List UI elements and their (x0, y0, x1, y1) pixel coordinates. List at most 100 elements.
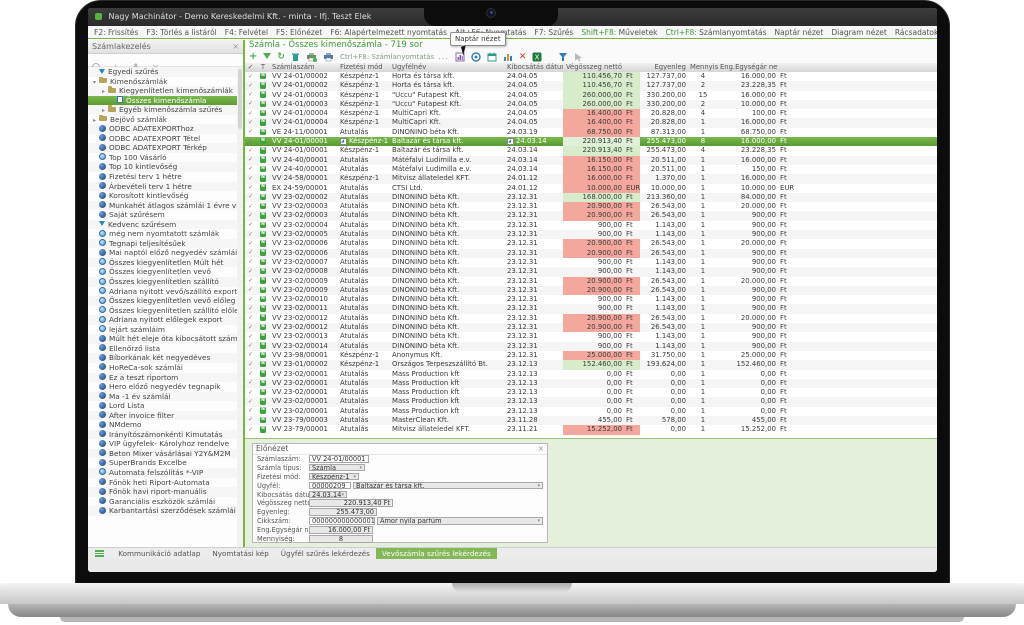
sidebar-item[interactable]: Főnök heti Riport-Automata (88, 478, 237, 488)
sidebar-item[interactable]: After invoice filter (88, 411, 237, 421)
preview-input[interactable]: VV 24-01/00001 (309, 455, 369, 463)
row-checkbox[interactable]: ✓ (248, 362, 253, 367)
sidebar-item[interactable]: Összes kiegyenlítetlen vevő (88, 267, 237, 277)
table-row[interactable]: ✓NVV 23-79/00003ÁtutalásMasterClean Kft.… (245, 416, 937, 425)
row-checkbox[interactable]: ✓ (248, 92, 253, 97)
refresh-icon[interactable]: ↻ (277, 51, 285, 63)
sidebar-item[interactable]: Adriana nyitott előlegek export (88, 315, 237, 325)
preview-select[interactable]: ▾Ámor nyila parfüm (377, 517, 543, 525)
table-row[interactable]: ✓NVV 23-02/00006ÁtutalásDINONINO béta Kf… (245, 239, 937, 248)
menu-hamburger-icon[interactable] (95, 550, 104, 557)
print-icon[interactable] (323, 51, 334, 63)
add-icon[interactable]: + (249, 51, 257, 63)
sidebar-item[interactable]: Összes kiegyenlítetlen vevő előleg (88, 296, 237, 306)
sidebar-item[interactable]: ▸Kiegyenlítetlen kimenőszámlák (88, 86, 237, 96)
table-row[interactable]: ✓NVV 23-02/00009ÁtutalásDINONINO béta Kf… (245, 286, 937, 295)
table-row[interactable]: ✓NVV 24-58/00001Készpénz-1Mitvisz állate… (245, 174, 937, 183)
chevron-down-icon[interactable]: ▾ (537, 518, 540, 525)
row-checkbox[interactable]: ✓ (248, 222, 253, 227)
sidebar-item[interactable]: Összes kimenőszámla (88, 96, 237, 106)
row-checkbox[interactable]: ✓ (248, 204, 253, 209)
row-checkbox[interactable]: ✓ (248, 101, 253, 106)
menu-item[interactable]: Shift+F8: Műveletek (581, 28, 657, 37)
bar-chart-icon[interactable] (503, 51, 513, 63)
sidebar-item[interactable]: Kedvenc szűrésem (88, 220, 237, 230)
sidebar-item[interactable]: ▾Kimenőszámlák (88, 77, 237, 87)
sidebar-item[interactable]: Hero előző negyedév tegnapik (88, 382, 237, 392)
row-checkbox[interactable]: ✓ (248, 120, 253, 125)
table-row[interactable]: ✓NVV 23-02/00001ÁtutalásMass Production … (245, 407, 937, 416)
table-row[interactable]: ✓NVV 23-02/00005ÁtutalásDINONINO béta Kf… (245, 230, 937, 239)
table-row[interactable]: ✓NVV 23-01/00002Készpénz-1Országos Terpe… (245, 360, 937, 369)
column-filter-icon[interactable] (558, 51, 568, 63)
table-row[interactable]: ✓NVV 24-01/00004Készpénz-1MultiCapri Kft… (245, 109, 937, 118)
menu-item[interactable]: F2: Frissítés (94, 28, 138, 37)
table-row[interactable]: ✓NVV 23-79/00001ÁtutalásMitvisz állatele… (245, 425, 937, 434)
sidebar-item[interactable]: SuperBrands Excelbe (88, 458, 237, 468)
sidebar-item[interactable]: Főnök havi riport-manuális (88, 487, 237, 497)
sidebar-item[interactable]: Fizetési terv 1 hétre (88, 172, 237, 182)
sidebar-item[interactable]: Összes kiegyenlítetlen szállító előleg (88, 306, 237, 316)
table-header-cell[interactable] (624, 63, 640, 72)
row-checkbox[interactable]: ✓ (248, 343, 253, 348)
row-checkbox[interactable]: ✓ (248, 148, 253, 153)
table-row[interactable]: ✓NVV 23-98/00001Készpénz-1Anonymus Kft.2… (245, 351, 937, 360)
row-checkbox[interactable]: ✓ (248, 111, 253, 116)
excel-icon[interactable]: X (532, 51, 542, 63)
sidebar-item[interactable]: Korosított kintlevőség (88, 191, 237, 201)
table-header-cell[interactable] (795, 63, 937, 72)
row-checkbox[interactable]: ✓ (248, 427, 253, 432)
edit-handle-icon[interactable]: ◢ (340, 138, 347, 145)
preview-close-icon[interactable]: × (538, 444, 544, 454)
table-row[interactable]: ✓NVV 23-02/00003ÁtutalásDINONINO béta Kf… (245, 211, 937, 220)
menu-item[interactable]: F5: Előnézet (276, 28, 322, 37)
sidebar-item[interactable]: Top 10 kintlevőség (88, 162, 237, 172)
table-row[interactable]: ✓NVV 23-02/00006ÁtutalásDINONINO béta Kf… (245, 249, 937, 258)
table-row[interactable]: ✓NVV 23-02/00007ÁtutalásDINONINO béta Kf… (245, 258, 937, 267)
table-header-cell[interactable]: Végösszeg nettó (563, 63, 624, 72)
trash-icon[interactable] (291, 51, 300, 63)
table-row[interactable]: ✓NVV 23-02/00001ÁtutalásMass Production … (245, 388, 937, 397)
table-header-cell[interactable]: Fizetési mód (338, 63, 390, 72)
table-header-cell[interactable]: Mennyiség (688, 63, 718, 72)
table-row[interactable]: ✓NVV 24-01/00003Készpénz-1"Uccu" Futapes… (245, 91, 937, 100)
table-header-cell[interactable] (778, 63, 795, 72)
table-row[interactable]: ✓NVV 23-02/00011ÁtutalásDINONINO béta Kf… (245, 304, 937, 313)
menu-item[interactable]: F3: Törlés a listáról (146, 28, 216, 37)
edit-handle-icon[interactable]: ◢ (507, 138, 514, 145)
menu-item[interactable]: Ctrl+F8: Számlanyomtatás (666, 28, 767, 37)
row-checkbox[interactable]: ✓ (248, 213, 253, 218)
sidebar-item[interactable]: Adriana nyitott vevő/szállító export (88, 287, 237, 297)
menu-item[interactable]: Rácsadatok excelbe (895, 28, 937, 37)
table-header-cell[interactable]: T (256, 63, 270, 72)
more-button[interactable]: ... (438, 51, 449, 63)
row-checkbox[interactable]: ✓ (248, 408, 253, 413)
row-checkbox[interactable]: ✓ (248, 139, 253, 144)
table-row[interactable]: ✓NVV 24-40/00001ÁtutalásMátéfalvi Ludimi… (245, 156, 937, 165)
sidebar-close-icon[interactable]: × (232, 40, 239, 53)
row-checkbox[interactable]: ✓ (248, 176, 253, 181)
sidebar-item[interactable]: Ma -1 év számlái (88, 392, 237, 402)
table-row[interactable]: ✓NVV 23-02/00012ÁtutalásDINONINO béta Kf… (245, 314, 937, 323)
chevron-down-icon[interactable]: ▾ (537, 483, 540, 490)
sidebar-item[interactable]: VIP ügyfelek- Károlyhoz rendelve (88, 439, 237, 449)
row-checkbox[interactable]: ✓ (248, 306, 253, 311)
sidebar-item[interactable]: Irányítószámonkénti Kimutatás (88, 430, 237, 440)
row-checkbox[interactable]: ✓ (248, 259, 253, 264)
row-checkbox[interactable]: ✓ (248, 250, 253, 255)
preview-select[interactable]: ▾Számla (309, 464, 365, 472)
sidebar-item[interactable]: HoReCa-sok számlái (88, 363, 237, 373)
calendar-icon[interactable] (487, 51, 497, 63)
preview-input[interactable]: 00000209 (309, 482, 351, 490)
table-row[interactable]: ✓NVV 23-02/00012ÁtutalásDINONINO béta Kf… (245, 323, 937, 332)
table-header-cell[interactable]: Egyenleg (640, 63, 688, 72)
print-invoice-button[interactable]: Ctrl+F8: Számlanyomtatás (340, 53, 434, 61)
table-row[interactable]: ✓NVV 23-02/00001ÁtutalásMass Production … (245, 397, 937, 406)
sidebar-item[interactable]: ODBC ADATEXPORThoz (88, 124, 237, 134)
preview-select[interactable]: ▾24.03.14 (309, 491, 347, 499)
sidebar-item[interactable]: Összes kiegyenlítetlen szállító (88, 277, 237, 287)
sidebar-item[interactable]: ▸Egyéb kimenőszámla szűrés (88, 105, 237, 115)
chevron-down-icon[interactable]: ▾ (341, 492, 344, 499)
row-checkbox[interactable]: ✓ (248, 241, 253, 246)
sidebar-item[interactable]: Automata felszólítás *-VIP (88, 468, 237, 478)
